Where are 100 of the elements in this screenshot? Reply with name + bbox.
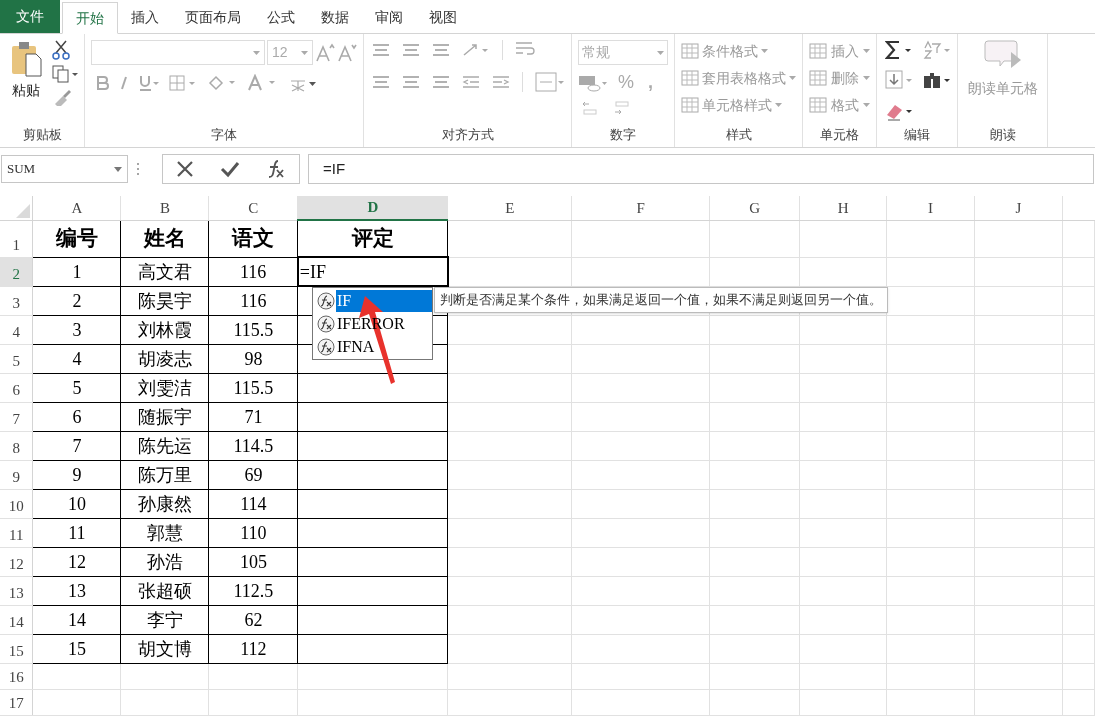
cell-text: 2 — [72, 290, 82, 311]
cell-text: 胡凌志 — [137, 348, 192, 369]
cell-text: 陈先运 — [137, 435, 192, 456]
clipboard-icon[interactable] — [10, 40, 42, 78]
cell-text: 110 — [240, 522, 267, 543]
row-header[interactable]: 4 — [0, 315, 33, 344]
row-header[interactable]: 8 — [0, 431, 33, 460]
select-all-icon[interactable] — [16, 203, 31, 218]
decrease-indent-icon[interactable] — [462, 75, 480, 89]
row-header[interactable]: 10 — [0, 489, 33, 518]
row-header[interactable]: 6 — [0, 373, 33, 402]
align-icon[interactable] — [432, 75, 450, 89]
column-header[interactable]: A — [33, 196, 121, 220]
orientation-icon[interactable] — [462, 41, 490, 59]
increase-decimal-icon[interactable] — [582, 100, 598, 116]
dropdown-caret-icon[interactable] — [114, 166, 122, 172]
scissors-icon[interactable] — [52, 40, 70, 60]
group-title: 样式 — [725, 126, 752, 145]
cell-text: 71 — [244, 406, 263, 427]
column-header[interactable]: C — [208, 196, 298, 220]
row-header[interactable]: 12 — [0, 547, 33, 576]
align-icon[interactable] — [432, 43, 450, 57]
ribbon-tab[interactable]: 插入 — [118, 1, 172, 33]
ribbon-tab[interactable]: 开始 — [62, 2, 118, 34]
cell-text: 69 — [244, 464, 263, 485]
cell-text: 115.5 — [233, 319, 274, 340]
name-box-text: SUM — [7, 160, 36, 179]
group-title: 编辑 — [904, 126, 930, 145]
cell-text: 孙浩 — [146, 551, 183, 572]
function-icon[interactable] — [266, 159, 286, 179]
function-suggestion[interactable]: IF — [336, 289, 432, 312]
cell-text: 114 — [240, 493, 267, 514]
column-header[interactable]: F — [571, 196, 710, 220]
autosum-icon[interactable] — [885, 40, 913, 60]
paste-button[interactable]: 粘贴 — [12, 80, 40, 101]
ribbon-tab[interactable]: 视图 — [416, 1, 470, 33]
row-header[interactable]: 14 — [0, 605, 33, 634]
cells-icon — [809, 43, 827, 59]
row-header[interactable]: 11 — [0, 518, 33, 547]
dropdown-caret-icon[interactable] — [657, 50, 664, 55]
row-header[interactable]: 13 — [0, 576, 33, 605]
check-icon[interactable] — [220, 160, 240, 178]
dropdown-caret-icon — [863, 76, 870, 80]
row-header[interactable]: 5 — [0, 344, 33, 373]
fill-color-icon[interactable] — [207, 74, 237, 92]
cell-text: 随振宇 — [137, 406, 192, 427]
merge-cells-icon[interactable] — [535, 72, 565, 92]
formula-field[interactable]: =IF — [308, 154, 1094, 184]
increase-indent-icon[interactable] — [492, 75, 510, 89]
row-header[interactable]: 16 — [0, 663, 33, 689]
align-icon[interactable] — [402, 75, 420, 89]
cell-text: 9 — [72, 464, 82, 485]
decrease-decimal-icon[interactable] — [614, 100, 630, 116]
dropdown-caret-icon[interactable] — [301, 50, 308, 55]
row-header[interactable]: 17 — [0, 689, 33, 715]
align-icon[interactable] — [402, 43, 420, 57]
grow-font-icon[interactable] — [315, 42, 335, 63]
cell-text: 98 — [244, 348, 263, 369]
borders-icon[interactable] — [169, 75, 197, 91]
align-icon[interactable] — [372, 75, 390, 89]
sort-filter-icon[interactable] — [923, 40, 951, 60]
row-header[interactable]: 15 — [0, 634, 33, 663]
table-style-icon — [681, 97, 699, 113]
row-header[interactable]: 3 — [0, 286, 33, 315]
fill-down-icon[interactable] — [885, 70, 913, 91]
ribbon-tab[interactable]: 公式 — [254, 1, 308, 33]
ribbon-tab[interactable]: 文件 — [0, 0, 60, 33]
align-icon[interactable] — [372, 43, 390, 57]
column-header[interactable]: G — [709, 196, 800, 220]
row-header[interactable]: 1 — [0, 220, 33, 257]
underline-icon[interactable] — [139, 75, 159, 91]
function-suggestion[interactable]: IFNA — [336, 335, 432, 358]
ribbon-tab[interactable]: 数据 — [308, 1, 362, 33]
copy-icon[interactable] — [52, 65, 78, 83]
column-header[interactable]: E — [447, 196, 572, 220]
cell-text: 15 — [67, 638, 86, 659]
column-header[interactable]: J — [974, 196, 1063, 220]
cell-text: 孙康然 — [137, 493, 192, 514]
row-header[interactable]: 9 — [0, 460, 33, 489]
row-header[interactable]: 2 — [0, 257, 33, 286]
close-icon[interactable] — [176, 160, 194, 178]
column-header[interactable]: H — [799, 196, 887, 220]
font-color-icon[interactable] — [247, 74, 277, 92]
ribbon-tab[interactable]: 审阅 — [362, 1, 416, 33]
name-box[interactable]: SUM — [1, 155, 128, 183]
font-name-field[interactable] — [91, 40, 265, 65]
column-header[interactable]: D — [297, 196, 448, 220]
group-title: 单元格 — [820, 126, 859, 145]
cell-text: 陈万里 — [137, 464, 192, 485]
shrink-font-icon[interactable] — [337, 42, 357, 63]
ribbon-tab[interactable]: 页面布局 — [172, 1, 254, 33]
column-header[interactable]: I — [886, 196, 975, 220]
binoculars-icon[interactable] — [923, 70, 951, 91]
row-header[interactable]: 7 — [0, 402, 33, 431]
cell-text: 112 — [240, 638, 267, 659]
column-header[interactable]: B — [120, 196, 209, 220]
drag-handle-icon[interactable] — [136, 162, 140, 176]
dropdown-caret-icon[interactable] — [253, 50, 260, 55]
italic-icon[interactable] — [119, 76, 129, 90]
bold-icon[interactable] — [97, 76, 109, 90]
